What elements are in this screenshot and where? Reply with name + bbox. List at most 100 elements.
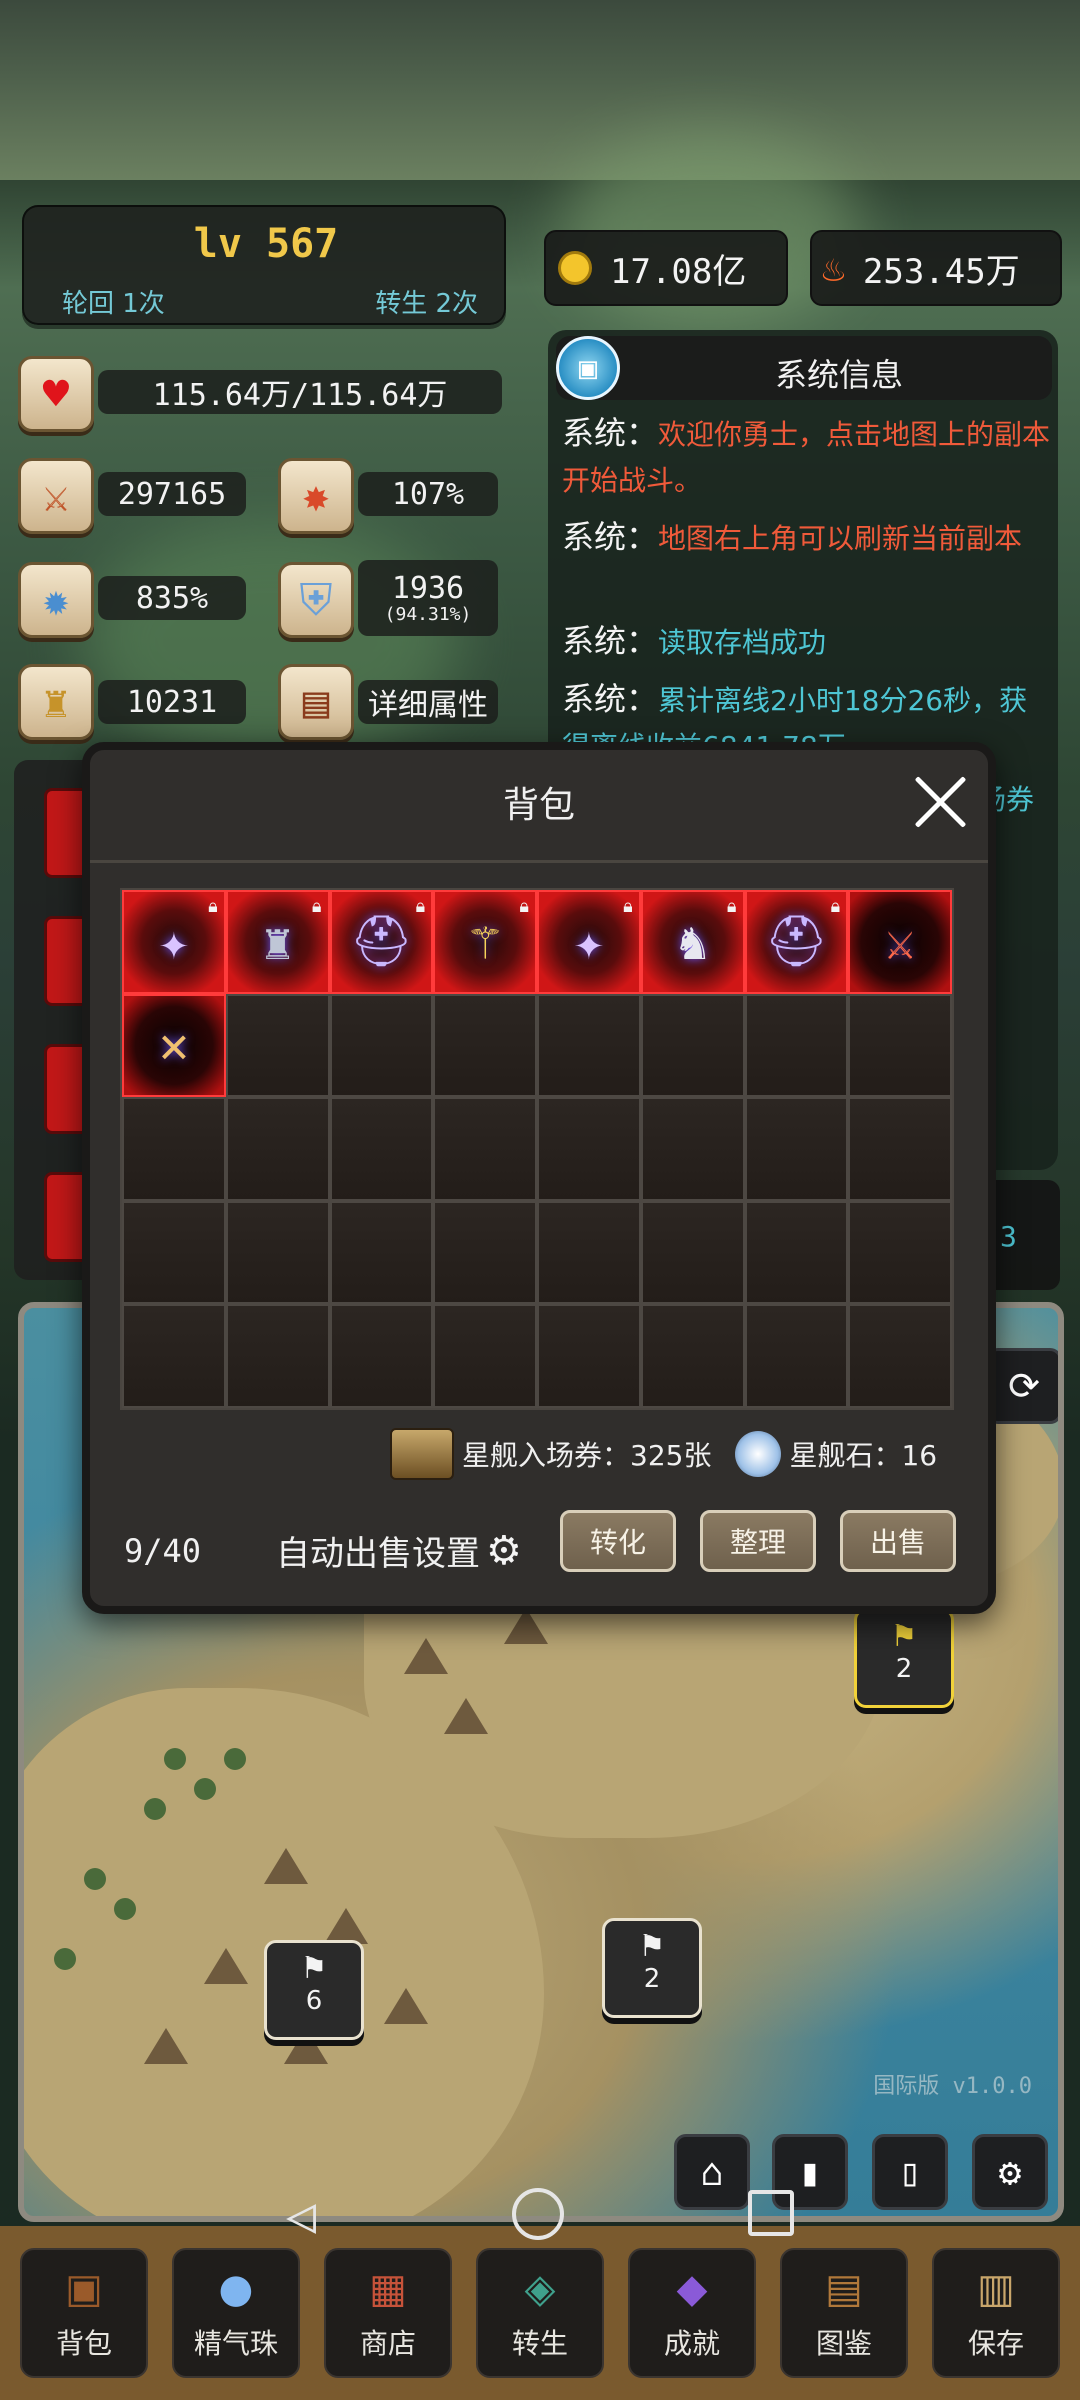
close-icon[interactable] — [910, 772, 970, 832]
inventory-slot[interactable]: ⚚ 🔒︎ — [433, 890, 537, 994]
inventory-slot-empty[interactable] — [640, 993, 745, 1098]
inventory-slot-empty[interactable] — [537, 1097, 641, 1201]
portal-icon[interactable]: ⌂ — [674, 2134, 750, 2210]
inventory-slot[interactable]: ♜ 🔒︎ — [225, 890, 330, 994]
nav-codex[interactable]: ▤ 图鉴 — [780, 2248, 908, 2378]
inventory-slot[interactable]: ✦ 🔒︎ — [122, 890, 226, 994]
top-banner — [0, 0, 1080, 180]
gear-icon[interactable]: ⚙ — [486, 1528, 522, 1574]
nav-label: 精气珠 — [193, 2327, 278, 2360]
inventory-slot-empty[interactable] — [744, 993, 849, 1098]
inventory-slot-empty[interactable] — [225, 1200, 330, 1305]
inventory-slot-empty[interactable] — [433, 1097, 537, 1201]
nav-label: 商店 — [359, 2327, 416, 2360]
nav-achievement[interactable]: ◆ 成就 — [628, 2248, 756, 2378]
inventory-slot-empty[interactable] — [537, 1200, 641, 1305]
inventory-slot-empty[interactable] — [225, 993, 330, 1098]
ticket-icon — [390, 1428, 454, 1480]
stone-count: 星舰石：16 — [789, 1439, 938, 1472]
nav-rebirth[interactable]: ◈ 转生 — [476, 2248, 604, 2378]
map-stage-marker[interactable]: ⚑ 6 — [264, 1940, 364, 2040]
inventory-slot-empty[interactable] — [848, 993, 952, 1098]
lock-icon: 🔒︎ — [830, 896, 841, 917]
book-icon[interactable]: ▤ — [278, 664, 354, 740]
inventory-slot-empty[interactable] — [329, 1200, 434, 1305]
gold-amount: 17.08亿 — [610, 251, 747, 292]
settings-gear-icon[interactable]: ⚙ — [972, 2134, 1048, 2210]
system-message: 系统：欢迎你勇士，点击地图上的副本开始战斗。 — [562, 410, 1052, 504]
inventory-slot-empty[interactable] — [537, 993, 641, 1098]
gold-currency-box: 17.08亿 — [544, 230, 788, 306]
nav-backpack[interactable]: ▣ 背包 — [20, 2248, 148, 2378]
sell-button[interactable]: 出售 — [840, 1510, 956, 1572]
inventory-slot-empty[interactable] — [537, 1304, 641, 1408]
system-message-text: 读取存档成功 — [658, 626, 827, 659]
inventory-slot[interactable]: ⛑ 🔒︎ — [329, 890, 434, 994]
inventory-slot-empty[interactable] — [329, 1304, 434, 1408]
level-panel: lv 567 轮回 1次 转生 2次 — [22, 205, 506, 325]
inventory-slot-empty[interactable] — [433, 1200, 537, 1305]
detail-attributes-button[interactable]: 详细属性 — [358, 680, 498, 724]
inventory-slot-empty[interactable] — [329, 993, 434, 1098]
lock-icon: 🔒︎ — [519, 896, 529, 917]
auto-sell-settings[interactable]: 自动出售设置 ⚙ — [276, 1526, 522, 1575]
system-title-bar: ▣ 系统信息 — [556, 336, 1052, 400]
mini-value: 3 — [1000, 1220, 1017, 1253]
shop-icon: ▦ — [369, 2266, 407, 2312]
lock-icon: 🔒︎ — [726, 896, 737, 917]
inventory-slot-empty[interactable] — [744, 1200, 849, 1305]
inventory-slot-empty[interactable] — [848, 1097, 952, 1201]
tree — [194, 1778, 216, 1800]
sort-button[interactable]: 整理 — [700, 1510, 816, 1572]
flag-icon: ⚑ — [890, 1619, 918, 1654]
inventory-slot-empty[interactable] — [329, 1097, 434, 1201]
inventory-slot[interactable]: ✦ 🔒︎ — [537, 890, 641, 994]
inventory-slot-empty[interactable] — [848, 1200, 952, 1305]
android-home-icon[interactable] — [512, 2188, 564, 2240]
nav-save[interactable]: ▥ 保存 — [932, 2248, 1060, 2378]
auto-sell-label: 自动出售设置 — [276, 1534, 480, 1574]
defense-value: 1936 — [391, 570, 465, 606]
inventory-grid: ✦ 🔒︎ ♜ 🔒︎ ⛑ 🔒︎ ⚚ 🔒︎ ✦ 🔒︎ ♞ 🔒︎ ⛑ 🔒︎ ⚔ ✕ — [120, 888, 954, 1410]
mountain — [444, 1698, 488, 1734]
lock-icon: 🔒︎ — [415, 896, 426, 917]
staff-orb-icon: ✦ — [573, 912, 604, 971]
inventory-slot-empty[interactable] — [225, 1304, 330, 1408]
nav-orb[interactable]: ● 精气珠 — [172, 2248, 300, 2378]
inventory-slot-empty[interactable] — [640, 1097, 745, 1201]
convert-button[interactable]: 转化 — [560, 1510, 676, 1572]
inventory-slot-empty[interactable] — [640, 1304, 745, 1408]
inventory-slot-empty[interactable] — [744, 1304, 849, 1408]
bottom-navigation: ▣ 背包 ● 精气珠 ▦ 商店 ◈ 转生 ◆ 成就 ▤ 图鉴 ▥ 保存 — [0, 2226, 1080, 2400]
inventory-slot-empty[interactable] — [122, 1304, 226, 1408]
inventory-slot-empty[interactable] — [433, 1304, 537, 1408]
inventory-slot-empty[interactable] — [122, 1200, 226, 1305]
tree — [114, 1898, 136, 1920]
inventory-slot-empty[interactable] — [433, 993, 537, 1098]
android-back-icon[interactable]: ◁ — [286, 2186, 316, 2244]
lock-icon: 🔒︎ — [623, 896, 633, 917]
inventory-slot[interactable]: ⛑ 🔒︎ — [744, 890, 849, 994]
inventory-slot[interactable]: ✕ — [122, 993, 226, 1098]
nav-shop[interactable]: ▦ 商店 — [324, 2248, 452, 2378]
resource-row: 星舰入场券：325张 星舰石：16 — [390, 1426, 937, 1482]
attack-value: 297165 — [98, 472, 246, 516]
zhuansheng-count: 转生 2次 — [375, 289, 478, 319]
inventory-slot-empty[interactable] — [640, 1200, 745, 1305]
inventory-slot-empty[interactable] — [848, 1304, 952, 1408]
inventory-slot[interactable]: ⚔ — [848, 890, 952, 994]
backpack-icon: ▣ — [65, 2266, 103, 2312]
level-value: lv 567 — [193, 221, 339, 267]
achievement-icon: ◆ — [676, 2266, 708, 2312]
inventory-slot[interactable]: ♞ 🔒︎ — [640, 890, 745, 994]
bookmark-icon[interactable]: ▯ — [872, 2134, 948, 2210]
bag-capacity: 9/40 — [124, 1532, 202, 1570]
ticket-count: 星舰入场券：325张 — [462, 1439, 712, 1472]
map-stage-marker[interactable]: ⚑ 2 — [602, 1918, 702, 2018]
refresh-icon[interactable]: ⟳ — [986, 1348, 1058, 1424]
inventory-slot-empty[interactable] — [744, 1097, 849, 1201]
map-stage-marker[interactable]: ⚑ 2 — [854, 1608, 954, 1708]
inventory-slot-empty[interactable] — [122, 1097, 226, 1201]
android-recents-icon[interactable] — [748, 2190, 794, 2236]
inventory-slot-empty[interactable] — [225, 1097, 330, 1201]
